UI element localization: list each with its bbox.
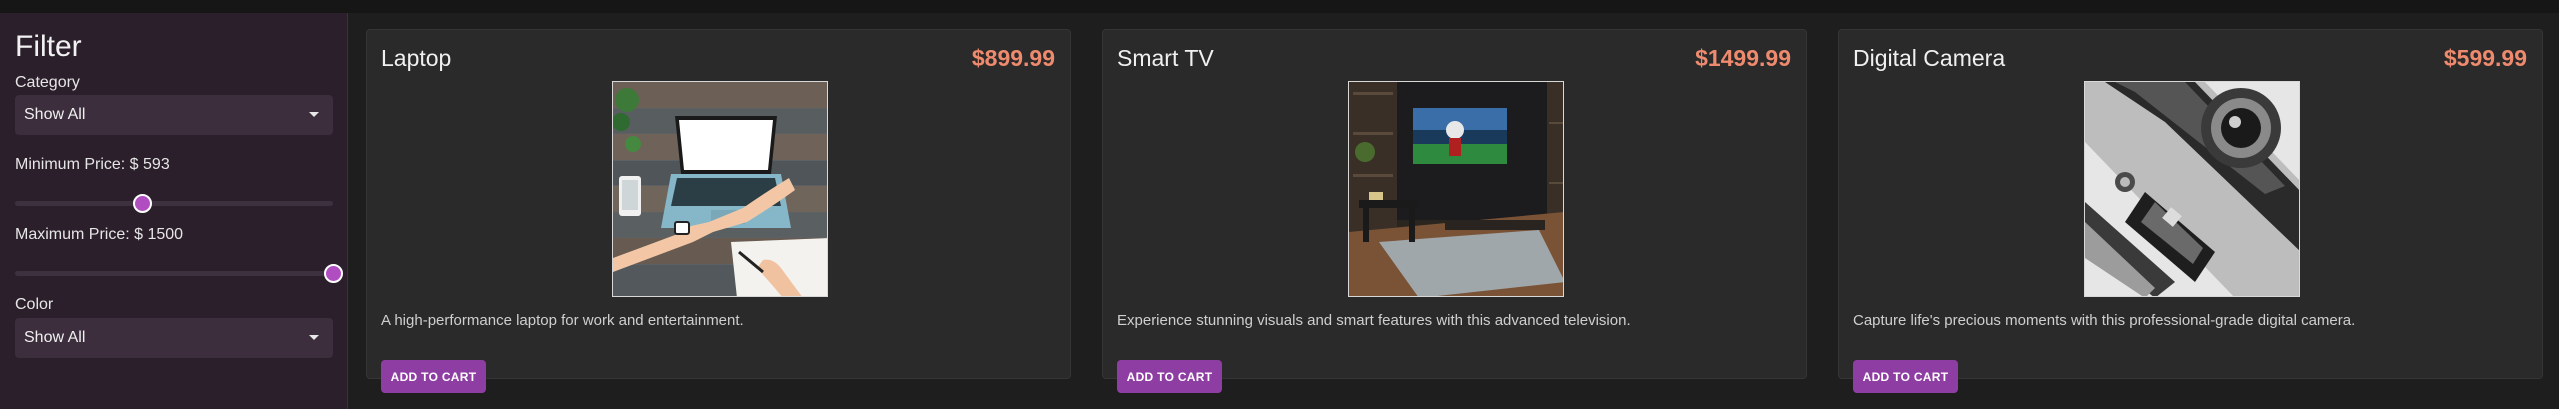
filter-title: Filter: [15, 30, 82, 63]
min-price-track: [15, 201, 333, 206]
product-card-digital-camera: Digital Camera $599.99 Capture life's pr…: [1838, 29, 2543, 393]
min-price-label: Minimum Price: $ 593: [15, 156, 170, 173]
chevron-down-icon: [309, 335, 319, 340]
min-price-slider[interactable]: [15, 193, 333, 213]
product-description: A high-performance laptop for work and e…: [381, 312, 744, 329]
filter-sidebar: Filter Category Show All Minimum Price: …: [0, 13, 348, 409]
color-label: Color: [15, 296, 54, 313]
max-price-label: Maximum Price: $ 1500: [15, 226, 184, 243]
color-select[interactable]: Show All: [15, 318, 333, 358]
digital-camera-image: [2084, 81, 2300, 297]
product-price: $899.99: [971, 45, 1055, 71]
product-card-smart-tv: Smart TV $1499.99 Experience stunning vi…: [1102, 29, 1807, 393]
product-name: Smart TV: [1117, 45, 1214, 71]
product-name: Laptop: [381, 45, 452, 71]
add-to-cart-button[interactable]: ADD TO CART: [381, 360, 486, 393]
chevron-down-icon: [309, 112, 319, 117]
add-to-cart-button[interactable]: ADD TO CART: [1117, 360, 1222, 393]
add-to-cart-button[interactable]: ADD TO CART: [1853, 360, 1958, 393]
laptop-image: [612, 81, 828, 297]
max-price-track: [15, 271, 333, 276]
product-card-laptop: Laptop $899.99 A high-performance laptop…: [366, 29, 1071, 393]
max-price-slider[interactable]: [15, 263, 343, 283]
smart-tv-image: [1348, 81, 1564, 297]
category-select-value: Show All: [24, 106, 86, 123]
color-select-value: Show All: [24, 329, 86, 346]
category-select[interactable]: Show All: [15, 95, 333, 135]
max-price-thumb[interactable]: [324, 264, 343, 283]
app-root: Filter Category Show All Minimum Price: …: [0, 0, 2559, 409]
top-strip: [0, 0, 2559, 13]
product-description: Experience stunning visuals and smart fe…: [1117, 312, 1631, 329]
product-price: $1499.99: [1695, 45, 1791, 71]
min-price-thumb[interactable]: [133, 194, 153, 213]
category-label: Category: [15, 74, 80, 91]
product-description: Capture life's precious moments with thi…: [1853, 312, 2356, 329]
product-name: Digital Camera: [1853, 45, 2006, 71]
product-price: $599.99: [2443, 45, 2527, 71]
